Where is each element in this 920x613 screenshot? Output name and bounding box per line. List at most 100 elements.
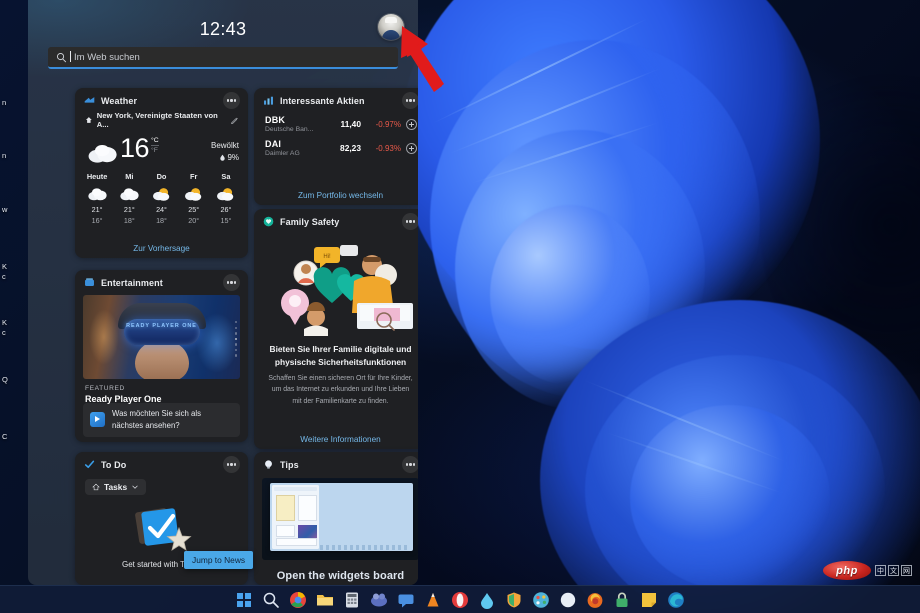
opera-icon[interactable]	[451, 591, 469, 609]
edge-icon[interactable]	[667, 591, 685, 609]
forecast-day-name: Sa	[221, 172, 231, 181]
teams-icon[interactable]	[370, 591, 388, 609]
forecast-day[interactable]: Mi 21° 18°	[114, 172, 144, 225]
more-options-button[interactable]	[402, 456, 418, 473]
search-placeholder: Im Web suchen	[70, 50, 140, 63]
water-drop-icon[interactable]	[478, 591, 496, 609]
forecast-day[interactable]: Do 24° 18°	[146, 172, 176, 225]
stocks-portfolio-link[interactable]: Zum Portfolio wechseln	[254, 191, 418, 200]
more-options-button[interactable]	[223, 92, 240, 109]
more-options-button[interactable]	[223, 456, 240, 473]
desktop-icon-label: K	[2, 318, 8, 327]
entertainment-prompt[interactable]: Was möchten Sie sich als nächstes ansehe…	[83, 402, 240, 437]
watermark-chars: 中 文 网	[875, 565, 912, 576]
shield-icon[interactable]	[505, 591, 523, 609]
chevron-down-icon[interactable]	[131, 483, 139, 491]
watermark-char: 文	[888, 565, 899, 576]
forecast-day[interactable]: Sa 26° 15°	[211, 172, 241, 225]
family-safety-heading: Bieten Sie Ihrer Familie digitale und ph…	[269, 344, 412, 367]
widget-title: Family Safety	[280, 216, 340, 227]
paint-icon[interactable]	[532, 591, 550, 609]
start-button[interactable]	[235, 591, 253, 609]
lock-icon[interactable]	[613, 591, 631, 609]
more-options-button[interactable]	[402, 213, 418, 230]
desktop-icon-label: n	[2, 151, 7, 160]
droplet-icon	[220, 154, 226, 161]
forecast-high: 24°	[156, 205, 167, 214]
home-icon	[92, 483, 100, 491]
stock-row[interactable]: DAI Daimler AG 82,23 -0.93%	[254, 136, 418, 160]
forecast-icon-partly-sunny	[211, 185, 241, 202]
add-stock-button[interactable]	[406, 142, 417, 154]
unit-celsius[interactable]: °C	[151, 137, 159, 144]
forecast-low: 16°	[91, 216, 103, 225]
todo-list-selector[interactable]: Tasks	[85, 479, 147, 495]
widget-title: Entertainment	[101, 277, 163, 288]
search-input[interactable]: Im Web suchen	[48, 47, 398, 69]
taskbar	[0, 585, 920, 613]
weather-forecast-link[interactable]: Zur Vorhersage	[75, 244, 248, 253]
desktop-icon-label: c	[2, 328, 6, 337]
red-arrow-annotation	[401, 26, 444, 92]
forecast-day[interactable]: Fr 25° 20°	[179, 172, 209, 225]
stock-row[interactable]: DBK Deutsche Ban... 11,40 -0.97%	[254, 112, 418, 136]
firefox-icon[interactable]	[586, 591, 604, 609]
weather-unit-toggle[interactable]: °C °F	[151, 137, 159, 154]
search-icon	[56, 52, 67, 62]
calculator-icon[interactable]	[343, 591, 361, 609]
file-explorer-icon[interactable]	[316, 591, 334, 609]
tips-illustration[interactable]	[262, 478, 418, 560]
forecast-low: 18°	[123, 216, 135, 225]
add-stock-button[interactable]	[406, 118, 417, 130]
chat-icon[interactable]	[397, 591, 415, 609]
forecast-icon-cloudy	[114, 185, 144, 202]
vlc-icon[interactable]	[424, 591, 442, 609]
circle-app-icon[interactable]	[559, 591, 577, 609]
stock-name: Deutsche Ban...	[265, 126, 314, 133]
unit-fahrenheit[interactable]: °F	[151, 145, 159, 154]
weather-temperature: 16	[120, 133, 150, 163]
weather-widget[interactable]: Weather New York, Vereinigte Staaten von…	[75, 88, 248, 258]
stock-price: 11,40	[340, 119, 362, 129]
home-icon	[85, 117, 92, 123]
poster-scroll-indicator[interactable]	[234, 321, 237, 357]
forecast-day[interactable]: Heute 21° 16°	[82, 172, 112, 225]
stock-change: -0.97%	[375, 119, 401, 129]
stocks-widget[interactable]: Interessante Aktien DBK Deutsche Ban... …	[254, 88, 418, 205]
widgets-panel: 12:43 Im Web suchen Weather New York, Ve…	[28, 0, 418, 585]
tooltip-jump-to-news: Jump to News	[184, 551, 254, 569]
entertainment-widget[interactable]: Entertainment READY PLAYER ONE FEATURED …	[75, 270, 248, 442]
entertainment-poster[interactable]: READY PLAYER ONE	[83, 295, 240, 379]
desktop-icon-label: Q	[2, 375, 8, 384]
tips-caption: Open the widgets board	[276, 570, 405, 582]
weather-precipitation: 9%	[211, 153, 239, 162]
stock-symbol: DBK	[265, 115, 286, 125]
widget-title: To Do	[101, 459, 127, 470]
forecast-low: 15°	[220, 216, 232, 225]
tips-lightbulb-icon	[265, 460, 272, 469]
notes-icon[interactable]	[640, 591, 658, 609]
forecast-day-name: Heute	[86, 172, 108, 181]
weather-location: New York, Vereinigte Staaten von A...	[96, 111, 218, 129]
desktop-icon-label: C	[2, 432, 8, 441]
more-options-button[interactable]	[223, 274, 240, 291]
forecast-low: 18°	[156, 216, 167, 225]
weather-forecast: Heute 21° 16° Mi 21° 18° Do 24° 18° Fr 2…	[75, 165, 248, 225]
tips-widget[interactable]: Tips Open the widgets board	[254, 452, 418, 585]
family-safety-illustration: Hi!	[254, 241, 418, 336]
forecast-day-name: Do	[156, 172, 167, 181]
family-safety-link[interactable]: Weitere Informationen	[254, 435, 418, 444]
clock: 12:43	[199, 19, 247, 39]
todo-illustration	[75, 502, 248, 554]
weather-icon	[84, 97, 95, 103]
entertainment-icon	[85, 278, 94, 286]
widget-title: Tips	[280, 459, 299, 470]
svg-text:Hi!: Hi!	[323, 254, 331, 260]
widget-title: Interessante Aktien	[280, 95, 365, 106]
desktop-icon-label: n	[2, 98, 7, 107]
search-taskbar-icon[interactable]	[262, 591, 280, 609]
chrome-icon[interactable]	[289, 591, 307, 609]
family-safety-widget[interactable]: Family Safety Hi! Bieten Sie Ihrer Famil…	[254, 209, 418, 449]
stock-name: Daimler AG	[265, 150, 300, 157]
pencil-icon[interactable]	[230, 116, 239, 125]
